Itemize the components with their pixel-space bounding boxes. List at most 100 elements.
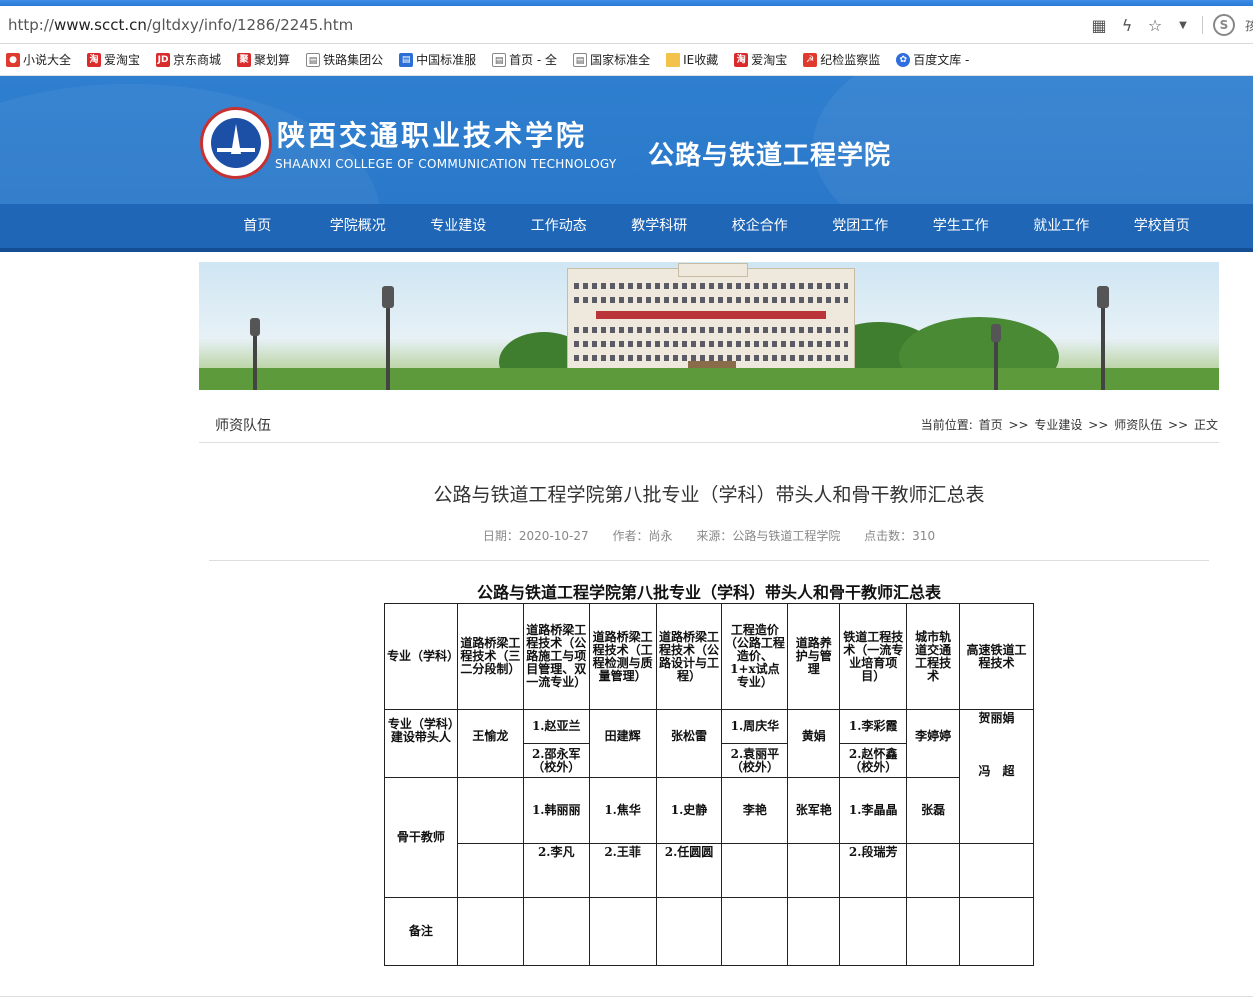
remark-cell <box>588 897 657 966</box>
row-label-remark: 备注 <box>384 897 458 966</box>
bookmark-item[interactable]: ✿ 百度文库 - <box>896 51 969 68</box>
backbone-cell <box>721 843 789 898</box>
college-name: 公路与铁道工程学院 <box>648 141 892 171</box>
nav-item-majors[interactable]: 专业建设 <box>408 204 509 248</box>
backbone-cell <box>456 777 524 844</box>
remark-cell <box>522 897 590 966</box>
lamp-head <box>991 324 1001 342</box>
breadcrumb-link-faculty[interactable]: 师资队伍 <box>1114 418 1162 432</box>
bookmarks-bar: ● 小说大全 淘爱淘宝 JD 京东商城 聚聚划算 ▤ 铁路集团公 ▤ 中国标准服 ▤ 首页… <box>0 44 1253 76</box>
divider <box>209 560 1209 561</box>
backbone-cell: 1.焦华 <box>588 777 657 844</box>
building-sign <box>596 311 826 319</box>
bookmark-item[interactable]: ▤ 铁路集团公 <box>306 51 383 68</box>
bookmark-item[interactable]: ● 小说大全 <box>6 51 71 68</box>
backbone-cell <box>787 843 841 898</box>
row-label-backbone: 骨干教师 <box>384 777 458 898</box>
major-header-cell: 道路桥梁工程技术（三二分段制） <box>456 603 524 710</box>
lightning-icon[interactable]: ϟ <box>1118 16 1136 35</box>
backbone-cell: 2.任圆圆 <box>655 843 723 898</box>
leader-cell: 1.李彩霞 <box>839 709 908 744</box>
bookmark-item[interactable]: 淘爱淘宝 <box>734 51 787 68</box>
teacher-summary-table: 专业（学科） 道路桥梁工程技术（三二分段制） 道路桥梁工程技术（公路施工与项目管… <box>384 603 1034 966</box>
school-name-cn[interactable]: 陕西交通职业技术学院 <box>277 114 587 154</box>
breadcrumb-separator: >> <box>1088 418 1109 432</box>
bookmark-item[interactable]: JD 京东商城 <box>156 51 221 68</box>
red-circle-icon: ● <box>6 52 20 67</box>
page-icon: ▤ <box>573 52 588 67</box>
leader-cell: 2.袁丽平（校外） <box>721 743 789 778</box>
table-row: 专业（学科）建设带头人 王愉龙 1.赵亚兰 田建辉 张松雷 1.周庆华 黄娟 1… <box>384 709 1034 844</box>
leader-cell: 田建辉 <box>588 709 657 778</box>
page-blue-icon: ▤ <box>399 52 414 67</box>
url-text[interactable]: http://www.scct.cn/gltdxy/info/1286/2245… <box>8 16 353 34</box>
school-logo[interactable] <box>200 107 272 179</box>
bookmark-item[interactable]: ▤ 中国标准服 <box>399 51 476 68</box>
backbone-cell: 2.王菲 <box>588 843 657 898</box>
article-hits: 点击数：310 <box>864 529 936 543</box>
folder-icon <box>666 52 681 67</box>
breadcrumb-link-majors[interactable]: 专业建设 <box>1034 418 1082 432</box>
building-top <box>678 263 748 277</box>
article-source: 来源：公路与铁道工程学院 <box>696 529 841 543</box>
nav-item-party[interactable]: 党团工作 <box>810 204 911 248</box>
remark-cell <box>655 897 723 966</box>
backbone-cell: 张军艳 <box>787 777 841 844</box>
nav-item-research[interactable]: 教学科研 <box>609 204 710 248</box>
major-header-cell: 道路桥梁工程技术（公路设计与工程） <box>655 603 723 710</box>
leader-cell: 黄娟 <box>787 709 841 778</box>
breadcrumb-link-home[interactable]: 首页 <box>979 418 1003 432</box>
nav-item-news[interactable]: 工作动态 <box>509 204 610 248</box>
remark-cell <box>721 897 789 966</box>
window-row <box>574 327 848 333</box>
star-icon[interactable]: ☆ <box>1146 16 1164 35</box>
table-title: 公路与铁道工程学院第八批专业（学科）带头人和骨干教师汇总表 <box>476 583 941 602</box>
bookmark-item[interactable]: 淘爱淘宝 <box>87 51 140 68</box>
window-row <box>574 341 848 347</box>
article-author: 作者：尚永 <box>612 529 673 543</box>
bookmark-item[interactable]: ▤ 首页 - 全 <box>492 51 557 68</box>
lamp-head <box>382 286 394 308</box>
major-header-cell: 城市轨道交通工程技术 <box>906 603 961 710</box>
banner-lawn <box>199 368 1219 390</box>
bookmark-item[interactable]: ☭ 纪检监察监 <box>803 51 880 68</box>
breadcrumb-separator: >> <box>1168 418 1189 432</box>
search-partial-icon[interactable]: 孩 <box>1245 17 1253 34</box>
major-header-cell: 道路桥梁工程技术（公路施工与项目管理、双一流专业） <box>522 603 590 710</box>
nav-item-students[interactable]: 学生工作 <box>911 204 1012 248</box>
bookmark-item[interactable]: 聚聚划算 <box>237 51 290 68</box>
leader-cell: 2.赵怀鑫（校外） <box>839 743 908 778</box>
page-icon: ▤ <box>306 52 321 67</box>
backbone-cell: 1.韩丽丽 <box>522 777 590 844</box>
qr-icon[interactable]: ▦ <box>1090 16 1108 35</box>
juhuasuan-icon: 聚 <box>237 52 252 67</box>
taobao-icon: 淘 <box>87 52 102 67</box>
leader-cell: 贺丽娟 冯 超 <box>959 709 1034 844</box>
nav-item-employment[interactable]: 就业工作 <box>1011 204 1112 248</box>
lamp-post <box>1101 302 1105 390</box>
remark-cell <box>906 897 961 966</box>
window-row <box>574 297 848 303</box>
nav-item-home[interactable]: 首页 <box>207 204 308 248</box>
search-engine-icon[interactable]: S <box>1213 14 1235 36</box>
backbone-cell <box>906 843 961 898</box>
header-cell-major: 专业（学科） <box>384 603 459 710</box>
article-date: 日期：2020-10-27 <box>482 529 589 543</box>
address-bar[interactable]: http://www.scct.cn/gltdxy/info/1286/2245… <box>0 6 1253 44</box>
backbone-cell: 1.史静 <box>655 777 723 844</box>
backbone-cell: 1.李晶晶 <box>839 777 908 844</box>
backbone-cell: 李艳 <box>721 777 789 844</box>
breadcrumb-separator: >> <box>1008 418 1029 432</box>
table-header-row: 专业（学科） 道路桥梁工程技术（三二分段制） 道路桥梁工程技术（公路施工与项目管… <box>384 603 1034 710</box>
chevron-down-icon[interactable]: ▼ <box>1174 20 1192 31</box>
taobao-icon: 淘 <box>734 52 749 67</box>
backbone-cell <box>456 843 524 898</box>
nav-item-cooperation[interactable]: 校企合作 <box>710 204 811 248</box>
nav-item-about[interactable]: 学院概况 <box>308 204 409 248</box>
site-header <box>0 76 1253 204</box>
article-title: 公路与铁道工程学院第八批专业（学科）带头人和骨干教师汇总表 <box>433 484 985 506</box>
bookmark-item[interactable]: ▤ 国家标准全 <box>573 51 650 68</box>
bookmark-item[interactable]: IE收藏 <box>666 51 718 68</box>
major-header-cell: 道路养护与管理 <box>787 603 841 710</box>
nav-item-school-home[interactable]: 学校首页 <box>1112 204 1213 248</box>
